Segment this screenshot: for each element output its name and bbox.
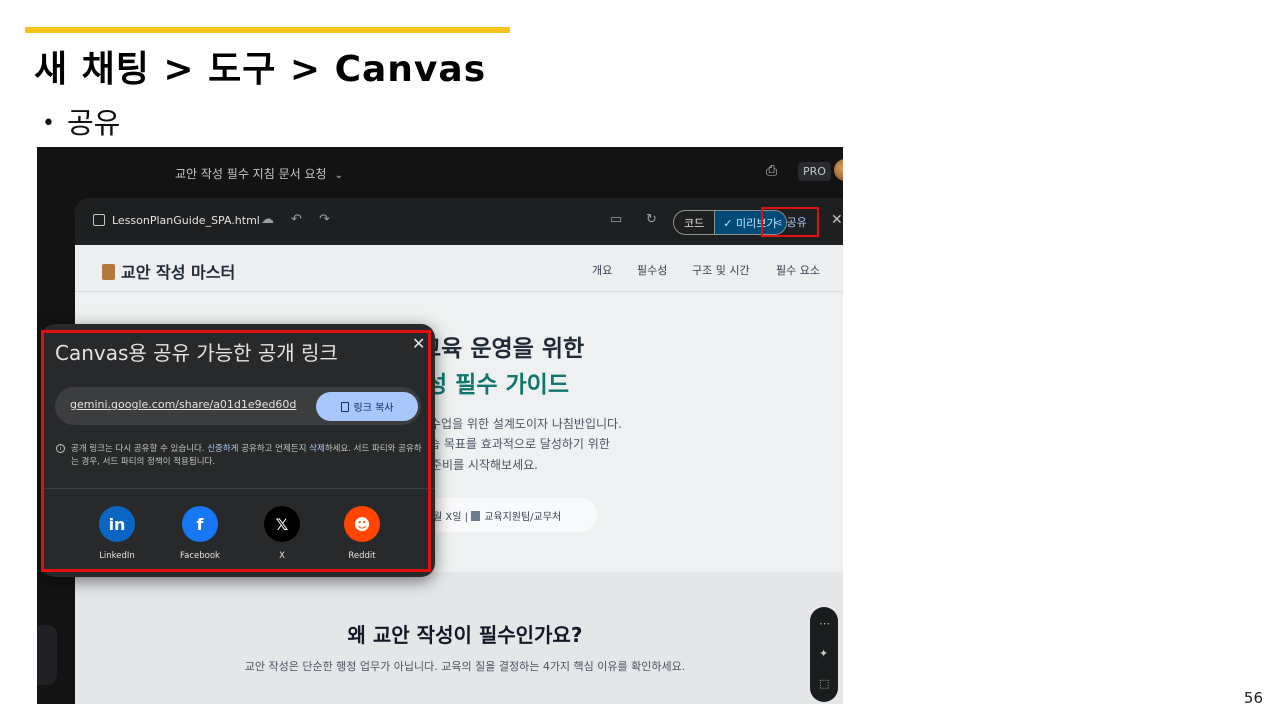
check-icon: ✓: [723, 217, 736, 230]
nav-item-overview[interactable]: 개요: [592, 262, 612, 278]
chat-title: 교안 작성 필수 지침 문서 요청: [175, 167, 327, 181]
undo-icon[interactable]: ↶: [291, 212, 302, 227]
avatar[interactable]: [834, 159, 843, 181]
redo-icon[interactable]: ↷: [319, 212, 330, 227]
hero-text-line2: 습 목표를 효과적으로 달성하기 위한: [429, 437, 610, 451]
print-icon[interactable]: ⎙: [766, 163, 777, 179]
pro-badge: PRO: [798, 162, 831, 181]
left-edge-panel: [37, 625, 57, 685]
canvas-header: LessonPlanGuide_SPA.html ☁ ↶ ↷ ▭ ↻ 코드 ✓ …: [75, 198, 843, 245]
nav-item-necessity[interactable]: 필수성: [637, 262, 667, 278]
hero-text-line3: 준비를 시작해보세요.: [431, 458, 538, 472]
nav-item-elements[interactable]: 필수 요소: [776, 262, 820, 278]
nav-item-structure[interactable]: 구조 및 시간: [692, 262, 750, 278]
hero-text-line1: 수업을 위한 설계도이자 나침반입니다.: [430, 417, 622, 431]
sparkle-icon[interactable]: ✦: [819, 647, 828, 660]
gemini-screenshot: 교안 작성 필수 지침 문서 요청 ⌄ ⎙ PRO LessonPlanGuide…: [37, 147, 843, 704]
slide-title: 새 채팅 > 도구 > Canvas: [34, 49, 487, 90]
floating-toolbar: ⋯ ✦ ⬚: [810, 607, 838, 702]
pill-date: 월 X일: [433, 512, 462, 523]
why-section: 왜 교안 작성이 필수인가요? 교안 작성은 단순한 행정 업무가 아닙니다. …: [75, 572, 843, 704]
clipboard-icon: [102, 264, 115, 280]
chat-title-dropdown[interactable]: 교안 작성 필수 지침 문서 요청 ⌄: [175, 165, 343, 182]
drag-handle-icon[interactable]: ⋯: [819, 617, 830, 630]
why-title: 왜 교안 작성이 필수인가요?: [347, 623, 583, 647]
site-nav: 교안 작성 마스터 개요 필수성 구조 및 시간 필수 요소: [75, 245, 843, 292]
chevron-down-icon: ⌄: [334, 170, 343, 181]
share-button[interactable]: ⋖ 공유: [761, 207, 819, 237]
bullet-dot: •: [42, 111, 55, 136]
console-icon[interactable]: ▭: [610, 212, 622, 227]
close-icon[interactable]: ✕: [831, 212, 843, 228]
title-accent-bar: [25, 27, 510, 33]
site-logo-text: 교안 작성 마스터: [121, 263, 236, 282]
why-subtitle: 교안 작성은 단순한 행정 업무가 아닙니다. 교육의 질을 결정하는 4가지 …: [244, 660, 686, 673]
share-icon: ⋖: [773, 215, 783, 229]
hero-heading-line2: 성 필수 가이드: [426, 372, 569, 398]
highlight-box: [41, 330, 431, 572]
bullet-text: 공유: [66, 106, 121, 140]
select-element-icon[interactable]: ⬚: [819, 677, 829, 690]
site-logo[interactable]: 교안 작성 마스터: [102, 259, 235, 283]
pill-org: 교육지원팀/교무처: [484, 512, 562, 523]
share-label: 공유: [786, 216, 807, 229]
bullet-item: • 공유: [42, 100, 120, 142]
book-icon: [471, 511, 481, 521]
hero-heading-line1: 교육 운영을 위한: [420, 336, 585, 362]
page-number: 56: [1243, 689, 1263, 707]
pill-separator: |: [464, 512, 468, 523]
hero-meta-pill: 월 X일 | 교육지원팀/교무처: [417, 498, 597, 532]
cloud-icon[interactable]: ☁: [261, 212, 274, 227]
refresh-icon[interactable]: ↻: [646, 212, 657, 227]
code-file-icon: [93, 214, 105, 226]
file-name: LessonPlanGuide_SPA.html: [112, 214, 260, 227]
tab-code[interactable]: 코드: [674, 211, 714, 234]
